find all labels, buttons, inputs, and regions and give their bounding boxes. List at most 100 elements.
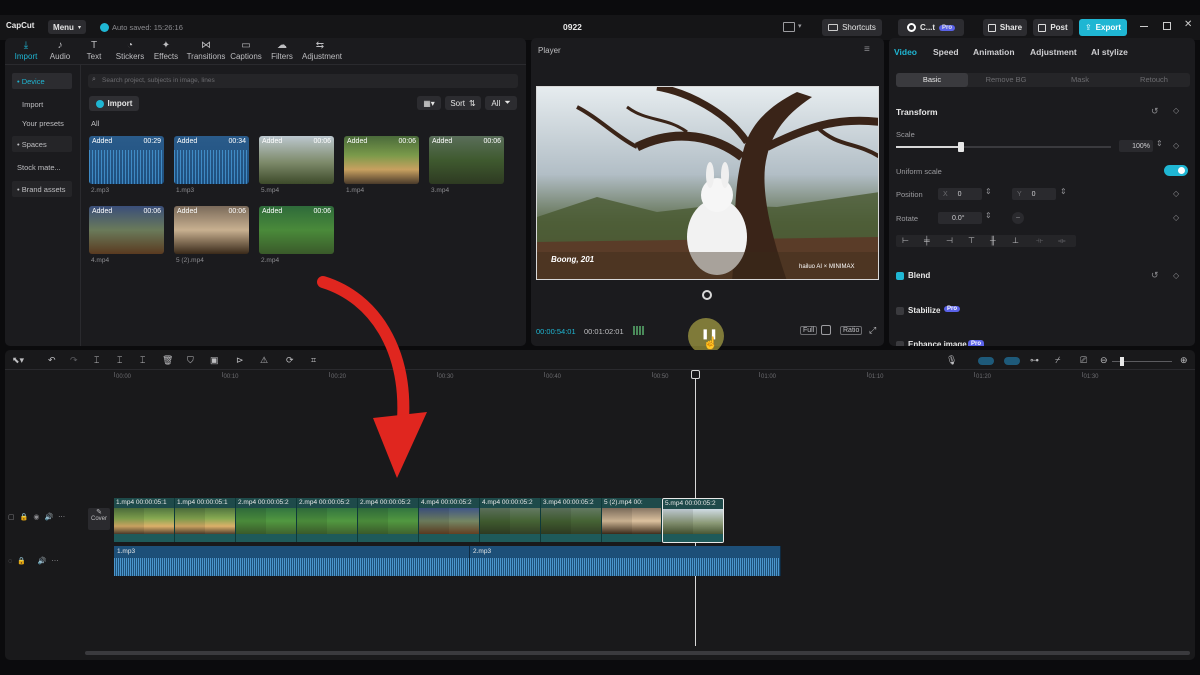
- player-menu-icon[interactable]: ≡: [864, 44, 870, 55]
- undo-icon[interactable]: ↶: [48, 355, 56, 367]
- filter-button[interactable]: All ⏷: [485, 96, 517, 110]
- distribute-v-icon[interactable]: ⟚: [1058, 236, 1066, 246]
- preview-axis-icon[interactable]: ⌿: [1055, 355, 1060, 367]
- inspector-subtab[interactable]: Basic: [896, 73, 968, 87]
- redo-icon[interactable]: ↷: [70, 355, 78, 367]
- sidebar-item[interactable]: Import: [12, 96, 72, 112]
- inspector-tab[interactable]: AI stylize: [1091, 47, 1128, 57]
- project-title[interactable]: 0922: [563, 22, 582, 32]
- position-x-input[interactable]: X0: [938, 188, 982, 200]
- split-right-icon[interactable]: ⌶: [140, 355, 145, 367]
- blend-checkbox[interactable]: [896, 272, 904, 280]
- inspector-tab[interactable]: Animation: [973, 47, 1015, 57]
- export-button[interactable]: ⇪ Export: [1079, 19, 1127, 36]
- position-y-stepper[interactable]: ⇕: [1060, 187, 1067, 196]
- layout-chevron-icon[interactable]: ▾: [798, 22, 802, 30]
- rotate-stepper[interactable]: ⇕: [985, 211, 992, 220]
- inspector-tab[interactable]: Speed: [933, 47, 959, 57]
- ratio-button[interactable]: Ratio: [840, 326, 863, 335]
- keyframe-icon[interactable]: ◇: [1173, 106, 1179, 115]
- media-thumbnail[interactable]: Added 00:06: [259, 206, 334, 254]
- inspector-tab[interactable]: Video: [894, 47, 917, 57]
- scale-stepper[interactable]: ⇕: [1156, 139, 1163, 148]
- zoom-in-icon[interactable]: ⊕: [1180, 355, 1188, 367]
- mark-icon[interactable]: ⛉: [187, 355, 194, 367]
- video-clip[interactable]: 3.mp4 00:00:05:2: [541, 498, 602, 542]
- audio-clip[interactable]: 2.mp3: [470, 546, 781, 576]
- inspector-subtab[interactable]: Remove BG: [970, 73, 1042, 87]
- sidebar-item[interactable]: • Device: [12, 73, 72, 89]
- audio-clip[interactable]: 1.mp3: [114, 546, 470, 576]
- tool-transitions[interactable]: ⋈ Transitions: [184, 40, 228, 61]
- fullscreen-icon[interactable]: ⤢: [869, 325, 876, 336]
- align-left-icon[interactable]: ⊢: [902, 236, 909, 245]
- scale-input[interactable]: 100%: [1119, 140, 1153, 152]
- cover-button[interactable]: ✎ Cover: [88, 508, 110, 530]
- blend-reset-icon[interactable]: ↺: [1151, 270, 1159, 281]
- zoom-out-icon[interactable]: ⊖: [1100, 355, 1108, 367]
- sidebar-item[interactable]: Your presets: [12, 115, 72, 131]
- snapshot-icon[interactable]: [821, 325, 831, 335]
- video-clip[interactable]: 5.mp4 00:00:05:2: [662, 498, 724, 543]
- media-thumbnail[interactable]: Added 00:06: [429, 136, 504, 184]
- select-tool-icon[interactable]: ⬉▾: [12, 355, 24, 367]
- sidebar-item[interactable]: • Brand assets: [12, 181, 72, 197]
- align-center-v-icon[interactable]: ╫: [990, 236, 996, 245]
- rotate-keyframe-icon[interactable]: ◇: [1173, 213, 1179, 222]
- caption-icon[interactable]: ⎚: [1080, 355, 1087, 367]
- share-button[interactable]: Share: [983, 19, 1027, 36]
- play-reverse-icon[interactable]: ⊳: [236, 355, 244, 367]
- tool-audio[interactable]: ♪ Audio: [42, 40, 78, 61]
- rotate-icon[interactable]: ⟳: [286, 355, 294, 367]
- media-thumbnail[interactable]: Added 00:06: [174, 206, 249, 254]
- scale-keyframe-icon[interactable]: ◇: [1173, 141, 1179, 150]
- view-grid-button[interactable]: ▦▾: [417, 96, 441, 110]
- split-icon[interactable]: ⌶: [94, 355, 99, 367]
- align-right-icon[interactable]: ⊣: [946, 236, 953, 245]
- video-clip[interactable]: 4.mp4 00:00:05:2: [419, 498, 480, 542]
- menu-button[interactable]: Menu ▾: [48, 20, 86, 34]
- video-clip[interactable]: 5 (2).mp4 00:: [602, 498, 662, 542]
- media-thumbnail[interactable]: Added 00:06: [259, 136, 334, 184]
- rotate-input[interactable]: 0.0°: [938, 212, 982, 224]
- inspector-subtab[interactable]: Mask: [1044, 73, 1116, 87]
- align-top-icon[interactable]: ⊤: [968, 236, 975, 245]
- video-preview[interactable]: Boong, 201 hailuo AI × MINIMAX: [536, 86, 879, 280]
- distribute-h-icon[interactable]: ⟛: [1036, 236, 1043, 246]
- tool-effects[interactable]: ✦ Effects: [148, 40, 184, 61]
- zoom-slider[interactable]: [1112, 357, 1172, 366]
- playhead-handle[interactable]: [691, 370, 700, 379]
- post-button[interactable]: Post: [1033, 19, 1073, 36]
- position-keyframe-icon[interactable]: ◇: [1173, 189, 1179, 198]
- tool-import[interactable]: ⤓ Import: [8, 40, 44, 61]
- main-track-magnet-icon[interactable]: [978, 357, 994, 365]
- align-center-h-icon[interactable]: ╪: [924, 236, 930, 245]
- search-input[interactable]: ⌕ Search project, subjects in image, lin…: [88, 74, 518, 88]
- import-button[interactable]: Import: [89, 96, 139, 111]
- video-clip[interactable]: 4.mp4 00:00:05:2: [480, 498, 541, 542]
- media-thumbnail[interactable]: Added 00:29: [89, 136, 164, 184]
- rotate-dial[interactable]: −: [1012, 212, 1024, 224]
- account-button[interactable]: C...t Pro: [898, 19, 964, 36]
- media-thumbnail[interactable]: Added 00:34: [174, 136, 249, 184]
- delete-icon[interactable]: 🗑: [162, 355, 173, 367]
- video-clip[interactable]: 2.mp4 00:00:05:2: [297, 498, 358, 542]
- tool-adjustment[interactable]: ⇆ Adjustment: [302, 40, 342, 61]
- split-left-icon[interactable]: ⌶: [117, 355, 122, 367]
- media-thumbnail[interactable]: Added 00:06: [344, 136, 419, 184]
- uniform-scale-toggle[interactable]: [1164, 165, 1188, 176]
- zoom-slider-handle[interactable]: [1120, 357, 1124, 366]
- video-track-controls[interactable]: ▢🔒◉🔊⋯: [8, 513, 70, 521]
- tool-captions[interactable]: ▭ Captions: [228, 40, 264, 61]
- sort-button[interactable]: Sort ⇅: [445, 96, 481, 110]
- inspector-tab[interactable]: Adjustment: [1030, 47, 1077, 57]
- enhance-checkbox[interactable]: [896, 341, 904, 346]
- mirror-icon[interactable]: ⚠: [260, 355, 268, 367]
- sidebar-item[interactable]: • Spaces: [12, 136, 72, 152]
- video-clip[interactable]: 1.mp4 00:00:05:1: [114, 498, 175, 542]
- audio-track-controls[interactable]: ◌🔒 🔊⋯: [8, 557, 64, 565]
- tool-text[interactable]: T Text: [76, 40, 112, 61]
- align-bottom-icon[interactable]: ⊥: [1012, 236, 1019, 245]
- minimize-icon[interactable]: [1140, 26, 1148, 27]
- scale-slider-handle[interactable]: [957, 142, 964, 152]
